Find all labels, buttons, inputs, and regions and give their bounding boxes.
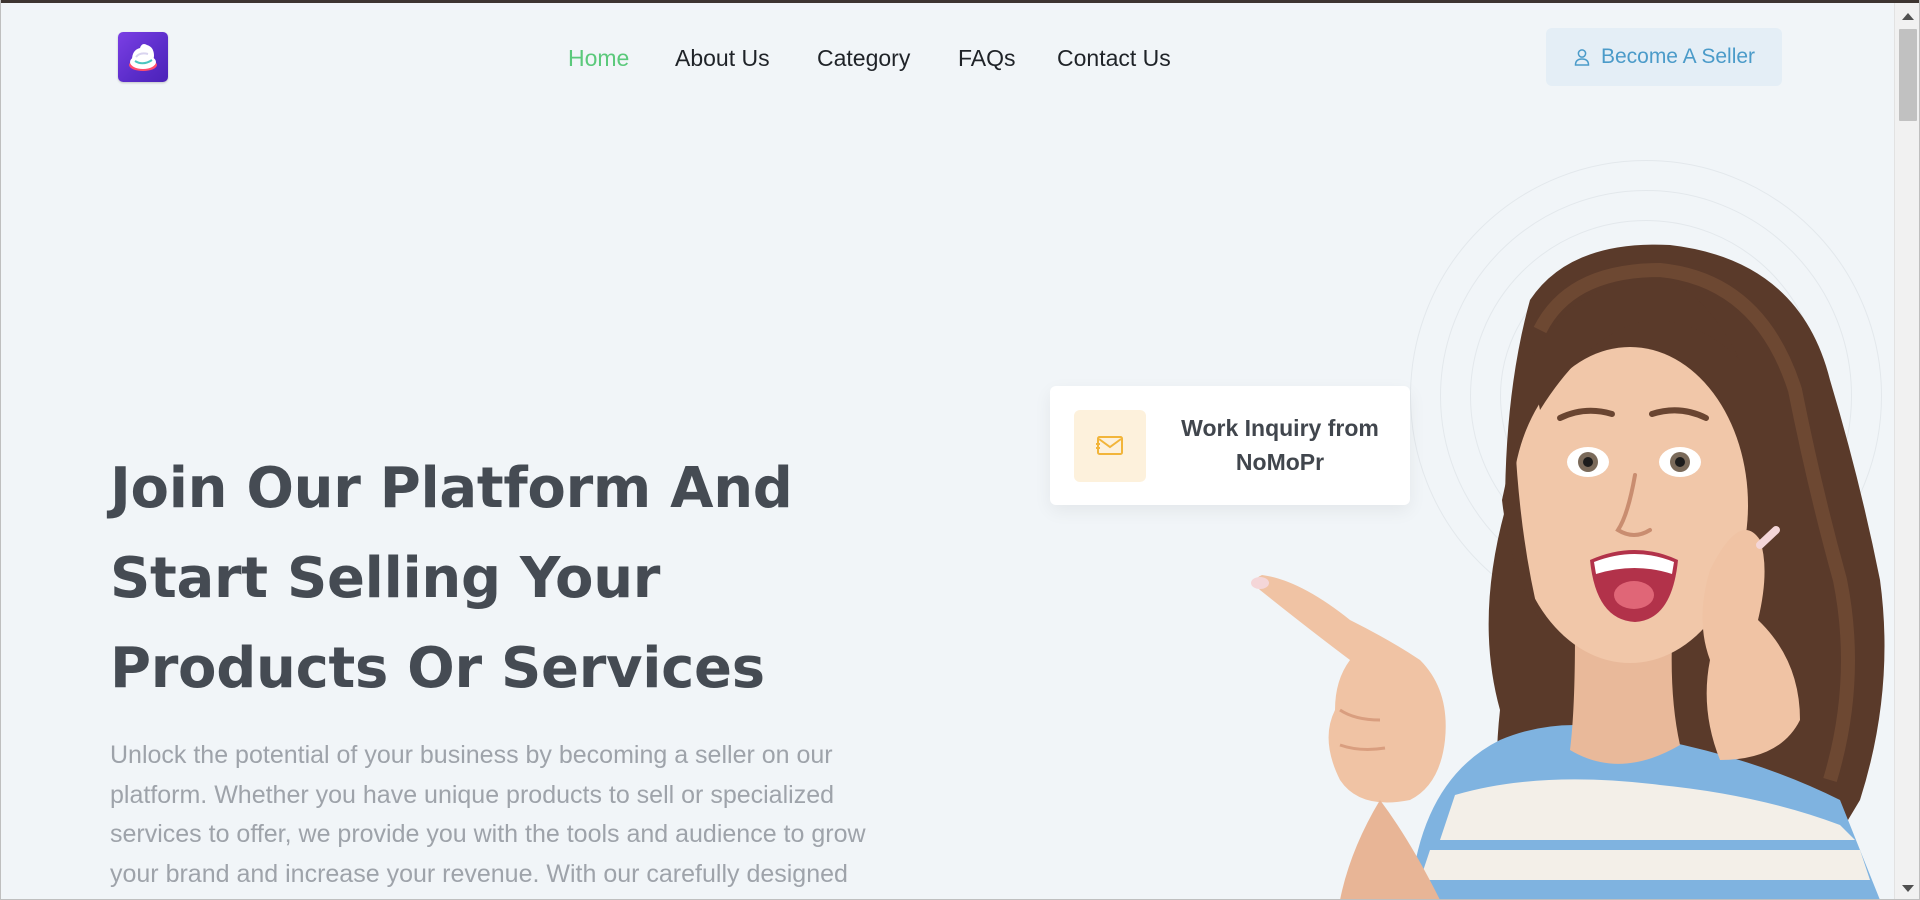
scroll-down-arrow-icon[interactable] [1902, 885, 1914, 892]
card-icon-box [1074, 410, 1146, 482]
vertical-scrollbar[interactable] [1894, 3, 1920, 900]
nav-contact-us[interactable]: Contact Us [1057, 40, 1171, 76]
hero-title: Join Our Platform And Start Selling Your… [110, 456, 793, 701]
nav-about-us[interactable]: About Us [675, 40, 770, 76]
work-inquiry-text: Work Inquiry from NoMoPr [1181, 415, 1379, 475]
envelope-icon [1096, 436, 1123, 455]
work-inquiry-card[interactable]: Work Inquiry from NoMoPr [1050, 386, 1410, 505]
window-top-border [0, 0, 1920, 3]
scroll-up-arrow-icon[interactable] [1902, 13, 1914, 20]
cake-logo-icon [129, 44, 157, 71]
user-icon [1574, 49, 1590, 66]
nav-faqs[interactable]: FAQs [958, 40, 1016, 76]
nav-category[interactable]: Category [817, 40, 910, 76]
become-a-seller-label: Become A Seller [1600, 45, 1756, 68]
hero-description: Unlock the potential of your business by… [110, 741, 866, 888]
scroll-thumb[interactable] [1899, 29, 1917, 121]
site-logo[interactable] [118, 32, 168, 82]
hero-person-image [1240, 240, 1895, 900]
nav-home[interactable]: Home [568, 40, 629, 76]
become-a-seller-button[interactable]: Become A Seller [1546, 28, 1782, 86]
